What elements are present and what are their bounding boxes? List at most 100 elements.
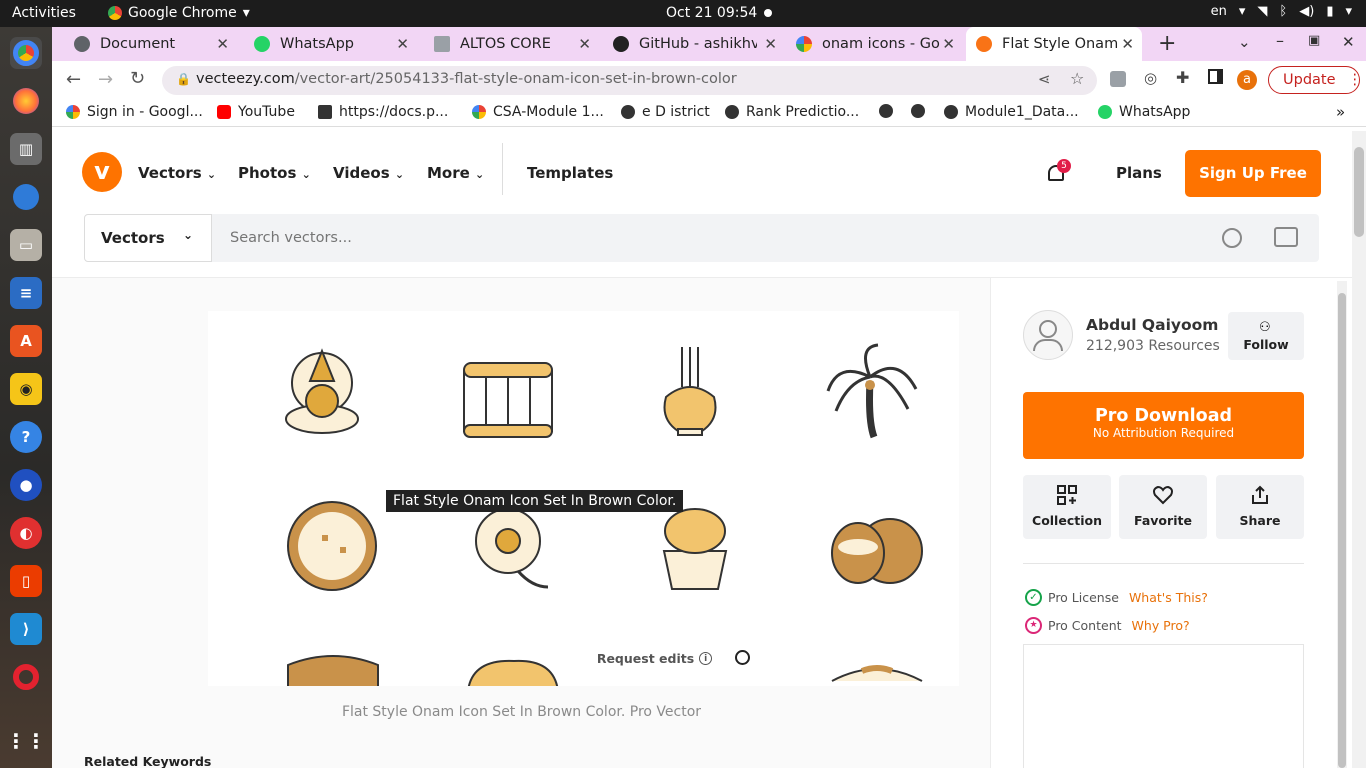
bookmark-globe-1[interactable] xyxy=(879,104,900,118)
files-icon[interactable]: ▭ xyxy=(10,229,42,261)
why-pro-link[interactable]: Why Pro? xyxy=(1132,618,1190,633)
star-icon[interactable]: ☆ xyxy=(1070,69,1084,88)
rhythmbox-icon[interactable]: ◉ xyxy=(10,373,42,405)
chrome-dock-icon[interactable] xyxy=(10,37,42,69)
close-icon[interactable]: ✕ xyxy=(216,35,229,53)
nav-more[interactable]: More ⌄ xyxy=(427,164,484,182)
close-icon[interactable]: ✕ xyxy=(764,35,777,53)
tab-flat-style-onam[interactable]: Flat Style Onam I ✕ xyxy=(966,27,1142,61)
share-button[interactable]: Share xyxy=(1216,475,1304,539)
app-menu[interactable]: Google Chrome ▾ xyxy=(108,5,250,21)
notifications-button[interactable]: 5 xyxy=(1046,159,1071,185)
bookmark-module1[interactable]: Module1_Data... xyxy=(944,104,1079,120)
whatsapp-icon xyxy=(1098,105,1112,119)
close-icon[interactable]: ✕ xyxy=(942,35,955,53)
bookmark-youtube[interactable]: YouTube xyxy=(217,104,295,120)
new-tab-button[interactable]: + xyxy=(1158,31,1176,56)
google-icon xyxy=(66,105,80,119)
plans-link[interactable]: Plans xyxy=(1116,164,1162,182)
bookmark-rank[interactable]: Rank Predictio... xyxy=(725,104,859,120)
reload-button[interactable]: ↻ xyxy=(130,68,145,89)
bookmark-signin[interactable]: Sign in - Googl... xyxy=(66,104,203,120)
search-input[interactable] xyxy=(212,214,1319,262)
close-icon[interactable]: ✕ xyxy=(578,35,591,53)
whats-this-link[interactable]: What's This? xyxy=(1129,590,1208,605)
bookmark-csa[interactable]: CSA-Module 1... xyxy=(472,104,604,120)
chevron-down-icon: ⌄ xyxy=(394,168,405,181)
url-domain: vecteezy.com xyxy=(196,71,295,87)
search-category-select[interactable]: Vectors ⌄ xyxy=(84,214,212,262)
payasam-icon xyxy=(287,501,377,591)
close-icon[interactable]: ✕ xyxy=(1121,35,1134,53)
pro-download-button[interactable]: Pro Download No Attribution Required xyxy=(1023,392,1304,459)
activities-button[interactable]: Activities xyxy=(12,5,76,21)
tab-onam-icons[interactable]: onam icons - Goo ✕ xyxy=(788,27,963,61)
author-avatar[interactable] xyxy=(1023,310,1073,360)
vecteezy-icon xyxy=(976,36,992,52)
opera-icon[interactable] xyxy=(10,661,42,693)
lang-indicator[interactable]: en xyxy=(1211,4,1227,19)
close-icon[interactable]: ✕ xyxy=(396,35,409,53)
favorite-button[interactable]: Favorite xyxy=(1119,475,1207,539)
app-icon[interactable]: ● xyxy=(10,469,42,501)
close-window-button[interactable]: ✕ xyxy=(1342,33,1355,51)
tab-github[interactable]: GitHub - ashikhvu ✕ xyxy=(605,27,785,61)
nav-vectors[interactable]: Vectors ⌄ xyxy=(138,164,216,182)
maximize-button[interactable]: ▣ xyxy=(1308,33,1320,48)
address-bar[interactable]: 🔒 vecteezy.com/vector-art/25054133-flat-… xyxy=(162,66,1097,95)
mixer-icon[interactable]: ▥ xyxy=(10,133,42,165)
elephant-icon xyxy=(467,659,559,686)
bookmark-whatsapp[interactable]: WhatsApp xyxy=(1098,104,1190,120)
firefox-icon[interactable] xyxy=(10,85,42,117)
tab-altos[interactable]: ALTOS CORE ✕ xyxy=(424,27,599,61)
office-icon[interactable]: ▯ xyxy=(10,565,42,597)
nav-templates[interactable]: Templates xyxy=(527,164,613,182)
profile-avatar[interactable]: a xyxy=(1237,70,1257,90)
search-icon[interactable] xyxy=(1222,228,1242,248)
inner-scrollbar[interactable] xyxy=(1337,281,1347,768)
tab-whatsapp[interactable]: WhatsApp ✕ xyxy=(242,27,417,61)
forward-button[interactable]: → xyxy=(98,69,113,90)
help-icon[interactable]: ? xyxy=(10,421,42,453)
request-edits-button[interactable]: Request edits i xyxy=(593,641,716,675)
zoom-out-button[interactable] xyxy=(726,641,760,675)
vecteezy-logo[interactable]: v xyxy=(82,152,122,192)
author-name[interactable]: Abdul Qaiyoom xyxy=(1086,316,1218,334)
collection-button[interactable]: Collection xyxy=(1023,475,1111,539)
show-apps-icon[interactable]: ⋮⋮ xyxy=(6,725,46,757)
software-icon[interactable]: A xyxy=(10,325,42,357)
tab-search-icon[interactable]: ⌄ xyxy=(1238,33,1251,51)
signup-button[interactable]: Sign Up Free xyxy=(1185,150,1321,197)
chevron-right-icon[interactable]: » xyxy=(1336,103,1345,121)
sidepanel-icon[interactable] xyxy=(1208,69,1223,84)
bookmark-docs[interactable]: https://docs.p... xyxy=(318,104,448,120)
bookmark-globe-2[interactable] xyxy=(911,104,932,118)
clock[interactable]: Oct 21 09:54 xyxy=(666,5,757,21)
boat-icon xyxy=(831,665,923,682)
back-button[interactable]: ← xyxy=(66,69,81,90)
app-icon[interactable]: ◐ xyxy=(10,517,42,549)
system-tray[interactable]: en ▾ ◥ ᛒ ◀) ▮ ▾ xyxy=(1211,4,1352,19)
page-scrollbar-thumb[interactable] xyxy=(1354,147,1364,237)
puzzle-icon[interactable]: ✚ xyxy=(1176,68,1189,87)
writer-icon[interactable]: ≡ xyxy=(10,277,42,309)
vscode-icon[interactable]: ⟩ xyxy=(10,613,42,645)
document-icon xyxy=(74,36,90,52)
share-icon[interactable]: ⋖ xyxy=(1038,70,1051,88)
minimize-button[interactable]: – xyxy=(1276,31,1284,50)
nav-videos[interactable]: Videos ⌄ xyxy=(333,164,404,182)
extension-icon[interactable] xyxy=(1110,71,1126,87)
page-scrollbar[interactable] xyxy=(1352,131,1366,768)
follow-button[interactable]: ⚇ Follow xyxy=(1228,312,1304,360)
nav-photos[interactable]: Photos ⌄ xyxy=(238,164,311,182)
inner-scrollbar-thumb[interactable] xyxy=(1338,293,1346,768)
update-button[interactable]: Update ⋮ xyxy=(1268,66,1362,94)
image-caption: Flat Style Onam Icon Set In Brown Color.… xyxy=(341,704,702,720)
extension-icon[interactable]: ◎ xyxy=(1144,69,1157,87)
image-search-icon[interactable] xyxy=(1274,227,1298,247)
tab-document[interactable]: Document ✕ xyxy=(62,27,237,61)
bookmark-edistrict[interactable]: e D istrict xyxy=(621,104,710,120)
add-user-icon: ⚇ xyxy=(1259,320,1271,335)
thunderbird-icon[interactable] xyxy=(10,181,42,213)
os-top-bar: Activities Google Chrome ▾ Oct 21 09:54 … xyxy=(0,0,1366,27)
